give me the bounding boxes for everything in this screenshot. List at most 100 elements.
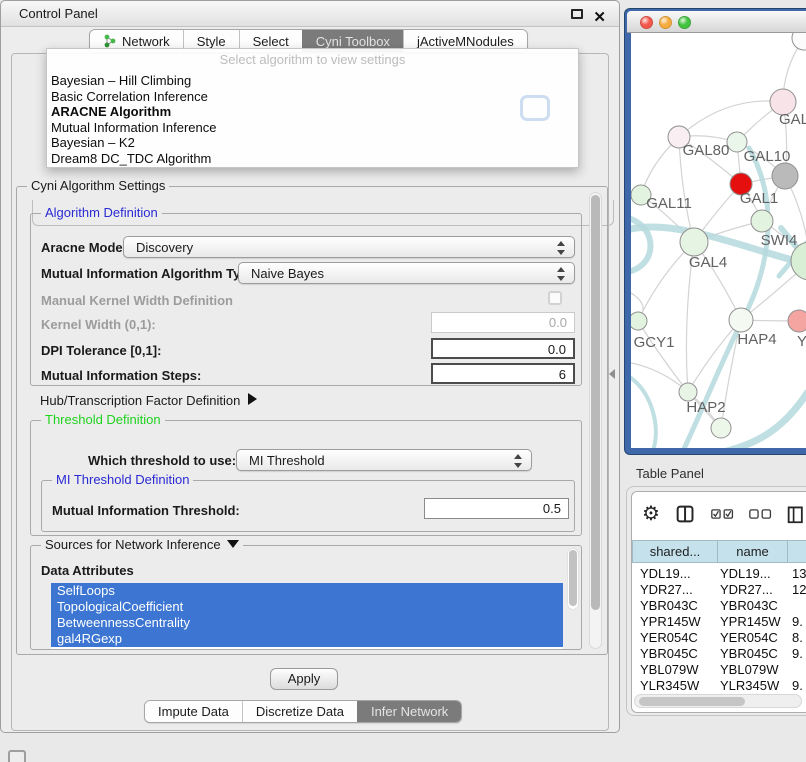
network-edge[interactable] xyxy=(679,101,783,137)
network-node[interactable] xyxy=(680,228,708,256)
mi-threshold-group-title: MI Threshold Definition xyxy=(52,472,193,487)
table-cell: YPR145W xyxy=(632,614,718,630)
column-header-name[interactable]: name xyxy=(718,540,788,563)
tab-label: Discretize Data xyxy=(256,704,344,719)
which-threshold-select[interactable]: MI Threshold xyxy=(236,449,532,471)
tab-impute-data[interactable]: Impute Data xyxy=(145,701,242,722)
table-row[interactable]: YER054CYER054C8. xyxy=(632,630,806,646)
network-node[interactable] xyxy=(792,33,806,50)
table-row[interactable]: YLR345WYLR345W9. xyxy=(632,678,806,694)
network-node[interactable] xyxy=(772,163,798,189)
algorithm-option-mutual-information-inference[interactable]: Mutual Information Inference xyxy=(47,120,578,136)
network-window-titlebar[interactable] xyxy=(627,11,806,33)
table-cell: YLR345W xyxy=(632,678,718,694)
apply-button[interactable]: Apply xyxy=(270,668,338,690)
table-cell: YDR27... xyxy=(718,582,788,598)
table-header-row: shared...name xyxy=(632,540,806,563)
manual-kernel-width-checkbox[interactable] xyxy=(548,291,562,305)
mi-threshold-definition-group: MI Threshold Definition Mutual Informati… xyxy=(41,480,575,532)
mi-algorithm-type-label: Mutual Information Algorithm Type: xyxy=(41,266,260,281)
deselect-all-columns-icon[interactable] xyxy=(749,508,772,520)
minimized-panel-icon[interactable] xyxy=(8,750,26,762)
algorithm-option-dream8-dc-tdc-algorithm[interactable]: Dream8 DC_TDC Algorithm xyxy=(47,151,578,167)
stepper-icon xyxy=(514,454,522,468)
network-node-label: GCY1 xyxy=(634,334,675,351)
table-row[interactable]: YBR045CYBR045C9. xyxy=(632,646,806,662)
sources-group-title: Sources for Network Inference xyxy=(45,537,221,552)
attributes-scrollbar-thumb[interactable] xyxy=(569,550,577,606)
network-view-window: GALGAL80GAL10GAL1SWI4GAL11GAL4GCY1HAP4YH… xyxy=(624,8,806,455)
settings-scrollbar-thumb[interactable] xyxy=(591,195,600,610)
close-panel-icon[interactable]: ✕ xyxy=(593,5,606,31)
mi-threshold-field[interactable]: 0.5 xyxy=(424,498,569,519)
splitter-collapse-handle[interactable] xyxy=(609,369,615,379)
table-settings-gear-icon[interactable]: ⚙ xyxy=(642,504,660,524)
tab-discretize-data[interactable]: Discretize Data xyxy=(242,701,357,722)
attribute-item-gal4rgexp[interactable]: gal4RGexp xyxy=(51,631,563,647)
zoom-window-button[interactable] xyxy=(678,16,691,29)
algorithm-option-bayesian-hill-climbing[interactable]: Bayesian – Hill Climbing xyxy=(47,73,578,89)
settings-scrollbar[interactable] xyxy=(589,192,602,649)
select-all-columns-icon[interactable] xyxy=(711,507,734,521)
threshold-definition-title: Threshold Definition xyxy=(41,412,165,427)
attributes-scrollbar[interactable] xyxy=(567,548,579,610)
table-cell: YER054C xyxy=(718,630,788,646)
minimize-window-button[interactable] xyxy=(659,16,672,29)
dpi-tolerance-field[interactable]: 0.0 xyxy=(431,338,575,359)
data-attributes-list[interactable]: SelfLoopsTopologicalCoefficientBetweenne… xyxy=(51,583,563,649)
sources-group-toggle[interactable]: Sources for Network Inference xyxy=(41,537,243,552)
attribute-item-topologicalcoefficient[interactable]: TopologicalCoefficient xyxy=(51,599,563,615)
new-table-icon[interactable] xyxy=(787,502,806,526)
network-canvas[interactable]: GALGAL80GAL10GAL1SWI4GAL11GAL4GCY1HAP4YH… xyxy=(631,33,806,448)
algorithm-option-bayesian-k2[interactable]: Bayesian – K2 xyxy=(47,135,578,151)
network-node-label: HAP4 xyxy=(737,331,776,348)
table-row[interactable]: YDR27...YDR27...12 xyxy=(632,582,806,598)
network-node[interactable] xyxy=(788,310,806,332)
aracne-mode-label: Aracne Mode: xyxy=(41,240,127,255)
column-layout-icon[interactable] xyxy=(676,503,694,525)
table-cell: 8. xyxy=(788,630,806,646)
sources-group: Sources for Network Inference Data Attri… xyxy=(30,545,582,650)
algorithm-select[interactable]: Select algorithm to view settings xyxy=(47,49,578,73)
hub-definition-toggle[interactable]: Hub/Transcription Factor Definition xyxy=(40,393,257,408)
table-hscrollbar-thumb[interactable] xyxy=(639,697,745,706)
mi-algorithm-type-select[interactable]: Naive Bayes xyxy=(238,262,575,284)
tab-infer-network[interactable]: Infer Network xyxy=(357,701,461,722)
table-cell: YPR145W xyxy=(718,614,788,630)
table-row[interactable]: YBL079WYBL079W xyxy=(632,662,806,678)
network-node[interactable] xyxy=(631,312,647,330)
network-node-label: GAL80 xyxy=(683,142,730,159)
mi-steps-field[interactable]: 6 xyxy=(431,363,575,384)
table-row[interactable]: YPR145WYPR145W9. xyxy=(632,614,806,630)
network-node-label: GAL10 xyxy=(744,148,791,165)
aracne-mode-value: Discovery xyxy=(136,237,193,258)
column-header-shared[interactable]: shared... xyxy=(632,540,718,563)
hub-definition-label: Hub/Transcription Factor Definition xyxy=(40,393,240,408)
attribute-item-betweennesscentrality[interactable]: BetweennessCentrality xyxy=(51,615,563,631)
algorithm-dropdown-popup: Select algorithm to view settings Bayesi… xyxy=(46,48,579,168)
control-panel-window: Control Panel ✕ NetworkStyleSelectCyni T… xyxy=(0,0,620,733)
column-header-partial[interactable] xyxy=(788,540,806,563)
table-row[interactable]: YDL19...YDL19...13 xyxy=(632,566,806,582)
network-node[interactable] xyxy=(711,418,731,438)
network-node[interactable] xyxy=(751,210,773,232)
algorithm-option-list: Bayesian – Hill ClimbingBasic Correlatio… xyxy=(47,73,578,166)
network-edge[interactable] xyxy=(638,321,688,392)
network-node-label: GAL4 xyxy=(689,254,727,271)
network-edge[interactable] xyxy=(727,393,806,448)
network-edge[interactable] xyxy=(631,378,656,448)
algorithm-option-aracne-algorithm[interactable]: ARACNE Algorithm xyxy=(47,104,578,120)
network-node[interactable] xyxy=(729,308,753,332)
close-window-button[interactable] xyxy=(640,16,653,29)
table-horizontal-scrollbar[interactable] xyxy=(634,694,802,708)
kernel-width-field[interactable]: 0.0 xyxy=(431,312,575,333)
algorithm-option-basic-correlation-inference[interactable]: Basic Correlation Inference xyxy=(47,89,578,105)
network-node-label: GAL11 xyxy=(646,195,692,212)
table-cell: YDL19... xyxy=(632,566,718,582)
attribute-item-selfloops[interactable]: SelfLoops xyxy=(51,583,563,599)
dpi-tolerance-label: DPI Tolerance [0,1]: xyxy=(41,343,161,358)
aracne-mode-select[interactable]: Discovery xyxy=(123,236,575,258)
table-row[interactable]: YBR043CYBR043C xyxy=(632,598,806,614)
settings-group-title: Cyni Algorithm Settings xyxy=(27,178,169,193)
float-panel-button[interactable] xyxy=(571,9,583,19)
